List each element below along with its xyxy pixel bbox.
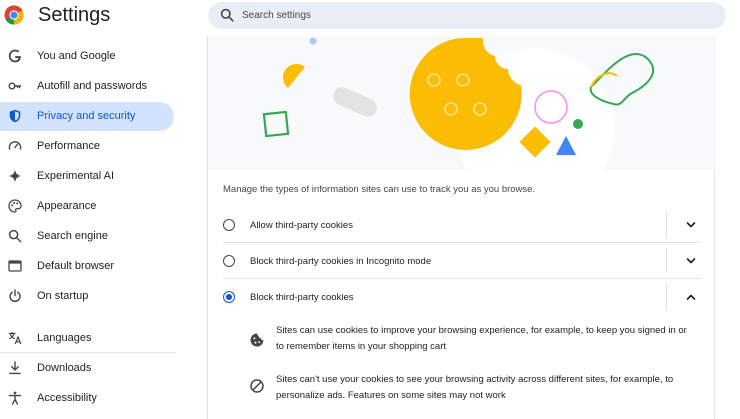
option-label: Block third-party cookies — [250, 292, 354, 303]
power-icon — [9, 289, 21, 303]
sidebar-item-label: Experimental AI — [37, 170, 115, 182]
radio-allow-third-party-cookies[interactable] — [223, 219, 235, 231]
download-icon — [9, 361, 21, 375]
sidebar-item-autofill[interactable]: Autofill and passwords — [0, 72, 174, 101]
sparkle-icon — [8, 169, 22, 183]
accessibility-icon — [8, 391, 22, 405]
option-block-third-party-cookies[interactable]: Block third-party cookies — [208, 280, 715, 316]
option-label: Block third-party cookies in Incognito m… — [250, 256, 432, 267]
search-icon — [220, 8, 234, 22]
palette-icon — [8, 199, 22, 213]
radio-block-third-party-cookies[interactable] — [223, 291, 235, 303]
search-icon — [8, 229, 22, 243]
sidebar-item-downloads[interactable]: Downloads — [0, 354, 174, 383]
browser-window-icon — [8, 260, 22, 272]
detail-text: Sites can use cookies to improve your br… — [276, 325, 687, 352]
google-g-icon — [8, 49, 21, 63]
radio-block-incognito[interactable] — [223, 255, 235, 267]
sidebar-item-label: On startup — [37, 290, 89, 302]
vertical-divider — [666, 212, 667, 238]
option-allow-third-party-cookies[interactable]: Allow third-party cookies — [208, 208, 715, 244]
sidebar-item-appearance[interactable]: Appearance — [0, 192, 174, 221]
sidebar-item-label: Privacy and security — [37, 110, 136, 122]
option-block-incognito[interactable]: Block third-party cookies in Incognito m… — [208, 244, 715, 280]
sidebar-item-label: Performance — [37, 140, 100, 152]
chrome-logo-icon — [4, 5, 24, 25]
sidebar-item-label: You and Google — [37, 50, 116, 62]
sidebar-item-label: Downloads — [37, 362, 92, 374]
sidebar-item-search-engine[interactable]: Search engine — [0, 222, 174, 251]
cookies-description: Manage the types of information sites ca… — [223, 184, 536, 195]
chevron-up-icon[interactable] — [685, 291, 697, 303]
app-title: Settings — [38, 4, 111, 26]
option-label: Allow third-party cookies — [250, 220, 353, 231]
chevron-down-icon[interactable] — [685, 219, 697, 231]
cookies-illustration-art — [262, 37, 655, 170]
top-bar: Settings — [0, 0, 740, 36]
sidebar-item-accessibility[interactable]: Accessibility — [0, 384, 174, 413]
cookies-illustration — [208, 36, 715, 170]
sidebar-item-label: Search engine — [37, 230, 108, 242]
sidebar-item-performance[interactable]: Performance — [0, 132, 174, 161]
search-box[interactable] — [208, 2, 726, 29]
sidebar-item-label: Appearance — [37, 200, 97, 212]
sidebar-item-privacy-and-security[interactable]: Privacy and security — [0, 102, 174, 131]
option-divider — [223, 242, 701, 243]
sidebar-item-languages[interactable]: Languages — [0, 324, 174, 353]
key-icon — [8, 82, 21, 90]
search-input[interactable] — [242, 2, 712, 29]
detail-text: Sites can't use your cookies to see your… — [276, 374, 674, 401]
sidebar-item-default-browser[interactable]: Default browser — [0, 252, 174, 281]
sidebar-item-label: Languages — [37, 332, 92, 344]
sidebar-item-you-and-google[interactable]: You and Google — [0, 42, 174, 71]
sidebar: You and Google Autofill and passwords Pr… — [0, 36, 190, 419]
sidebar-item-label: Default browser — [37, 260, 115, 272]
vertical-divider — [666, 248, 667, 274]
sidebar-item-on-startup[interactable]: On startup — [0, 282, 174, 311]
shield-icon — [9, 109, 21, 123]
vertical-divider — [666, 284, 667, 310]
block-icon — [250, 379, 264, 393]
sidebar-item-label: Accessibility — [37, 392, 97, 404]
translate-icon — [9, 332, 22, 345]
cookie-icon — [250, 333, 264, 347]
speedometer-icon — [8, 141, 22, 150]
sidebar-item-label: Autofill and passwords — [37, 80, 148, 92]
chevron-down-icon[interactable] — [685, 255, 697, 267]
option-divider — [223, 278, 701, 279]
sidebar-item-experimental-ai[interactable]: Experimental AI — [0, 162, 174, 191]
third-party-cookies-card: Manage the types of information sites ca… — [207, 36, 715, 419]
